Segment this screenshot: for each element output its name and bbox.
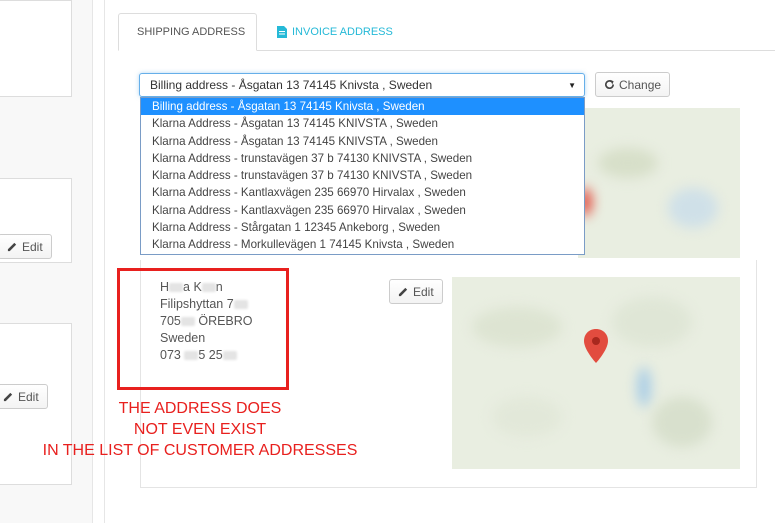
dropdown-option[interactable]: Billing address - Åsgatan 13 74145 Knivs… (141, 98, 584, 116)
map-preview (452, 277, 740, 469)
annotation-highlight-box (117, 268, 289, 390)
address-select-value: Billing address - Åsgatan 13 74145 Knivs… (150, 78, 433, 92)
pencil-icon (398, 287, 408, 297)
caret-down-icon: ▼ (568, 81, 576, 90)
annotation-text: THE ADDRESS DOES NOT EVEN EXIST IN THE L… (42, 400, 358, 459)
tab-label: INVOICE ADDRESS (292, 26, 393, 38)
left-card-top (0, 0, 72, 97)
edit-address-button[interactable]: Edit (389, 279, 443, 304)
address-dropdown-list: Billing address - Åsgatan 13 74145 Knivs… (140, 97, 585, 255)
map-pin-icon (584, 329, 608, 363)
tab-label: SHIPPING ADDRESS (137, 26, 246, 38)
change-label: Change (619, 77, 662, 92)
file-icon (277, 26, 287, 38)
dropdown-option[interactable]: Klarna Address - Kantlaxvägen 235 66970 … (141, 202, 584, 219)
edit-label: Edit (413, 284, 434, 299)
address-select[interactable]: Billing address - Åsgatan 13 74145 Knivs… (139, 73, 585, 97)
dropdown-option[interactable]: Klarna Address - Morkullevägen 1 74145 K… (141, 236, 584, 253)
refresh-icon (605, 79, 614, 90)
dropdown-option[interactable]: Klarna Address - Åsgatan 13 74145 KNIVST… (141, 115, 584, 132)
dropdown-option[interactable]: Klarna Address - trunstavägen 37 b 74130… (141, 167, 584, 184)
map-preview-top (578, 108, 740, 258)
dropdown-option[interactable]: Klarna Address - Stårgatan 1 12345 Ankeb… (141, 219, 584, 236)
change-button[interactable]: Change (595, 72, 671, 97)
dropdown-option[interactable]: Klarna Address - Kantlaxvägen 235 66970 … (141, 184, 584, 201)
edit-label: Edit (22, 239, 43, 254)
tab-shipping-address[interactable]: SHIPPING ADDRESS (118, 13, 257, 51)
left-edit-button[interactable]: Edit (0, 234, 52, 259)
tab-invoice-address[interactable]: INVOICE ADDRESS (262, 13, 407, 51)
pencil-icon (3, 392, 13, 402)
dropdown-option[interactable]: Klarna Address - Åsgatan 13 74145 KNIVST… (141, 133, 584, 150)
dropdown-option[interactable]: Klarna Address - trunstavägen 37 b 74130… (141, 150, 584, 167)
pencil-icon (7, 242, 17, 252)
